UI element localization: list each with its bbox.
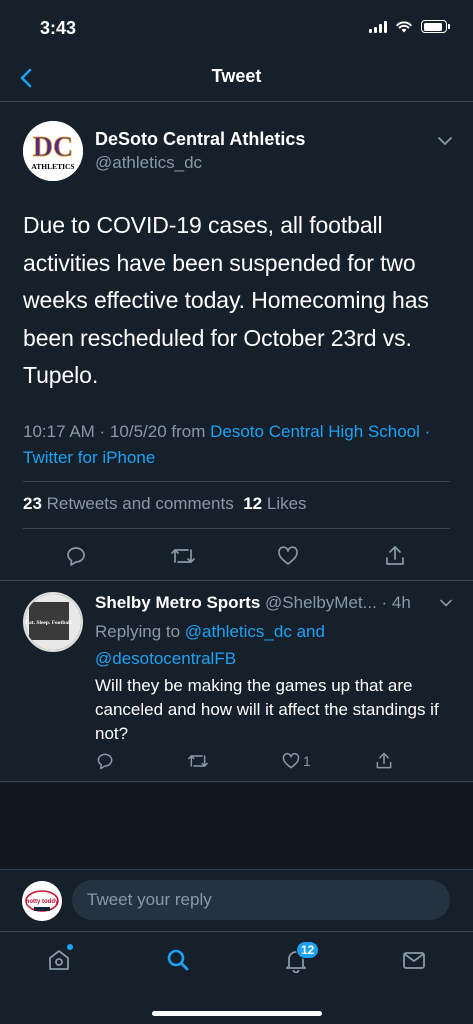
search-icon (167, 949, 189, 971)
tweet-timestamp: 10:17 AM · 10/5/20 (23, 422, 167, 441)
replying-prefix: Replying to (95, 622, 181, 641)
home-indicator[interactable] (152, 1011, 322, 1016)
retweet-icon (188, 755, 208, 767)
avatar-caption: ATHLETICS (31, 162, 74, 171)
retweets-label[interactable]: Retweets and comments (47, 494, 234, 513)
reply-button[interactable] (95, 748, 115, 774)
reply-author-handle[interactable]: @ShelbyMet... (265, 593, 377, 612)
new-content-dot (67, 944, 73, 950)
reply-header: Shelby Metro Sports @ShelbyMet... · 4h (95, 593, 435, 613)
tab-home[interactable] (41, 942, 77, 978)
share-button[interactable] (374, 748, 394, 774)
status-time: 3:43 (40, 18, 77, 38)
reply-button[interactable] (59, 539, 93, 573)
retweets-count[interactable]: 23 (23, 494, 42, 513)
retweet-button[interactable] (166, 539, 200, 573)
status-bar: 3:43 (0, 0, 473, 56)
eat-sleep-football-logo: Eat. Sleep. Football. (25, 594, 81, 650)
reply-input[interactable] (72, 880, 450, 920)
likes-label[interactable]: Likes (267, 494, 307, 513)
reply-icon (67, 547, 85, 566)
reply-time: · 4h (381, 593, 411, 612)
tweet-text: Due to COVID-19 cases, all football acti… (23, 212, 429, 388)
tweet-from-label: from (171, 422, 206, 441)
mention-link[interactable]: @athletics_dc (185, 622, 292, 641)
notifications-badge: 12 (296, 941, 320, 959)
avatar[interactable]: hotty toddy (22, 881, 62, 921)
replying-to: Replying to @athletics_dc and @desotocen… (95, 618, 455, 672)
divider (23, 481, 450, 482)
heart-icon (278, 546, 298, 565)
reply-author-name[interactable]: Shelby Metro Sports (95, 593, 260, 612)
tab-notifications[interactable]: 12 (278, 941, 320, 978)
page-title: Tweet (211, 66, 262, 86)
avatar-text: Eat. Sleep. Football. (25, 620, 73, 626)
signal-icon (369, 20, 387, 33)
composer-avatar-text: hotty toddy (26, 899, 59, 905)
status-icons (369, 20, 450, 33)
caret-down-icon[interactable] (437, 133, 453, 149)
replying-and: and (296, 622, 325, 641)
reply-actions: 1 (0, 748, 473, 774)
reply-icon (97, 753, 113, 770)
share-icon (376, 752, 392, 769)
tab-search[interactable] (160, 942, 196, 978)
mail-icon (403, 952, 425, 969)
dc-logo: DC ATHLETICS (23, 121, 83, 181)
hotty-toddy-logo: hotty toddy (22, 881, 62, 921)
tab-bar: 12 (0, 931, 473, 1024)
retweet-icon (171, 549, 195, 563)
nav-bar: Tweet (0, 56, 473, 102)
tweet-meta: 10:17 AM · 10/5/20 from Desoto Central H… (23, 419, 453, 471)
author-handle[interactable]: @athletics_dc (95, 153, 202, 173)
like-button[interactable] (271, 539, 305, 573)
reply-composer: hotty toddy (0, 869, 473, 931)
wifi-icon (396, 21, 412, 33)
heart-icon (282, 752, 300, 769)
main-tweet: DC ATHLETICS DeSoto Central Athletics @a… (0, 103, 473, 581)
tweet-stats: 23 Retweets and comments 12 Likes (23, 494, 307, 514)
tweet-actions (0, 539, 473, 573)
reply-tweet[interactable]: Eat. Sleep. Football. Shelby Metro Sport… (0, 582, 473, 782)
mention-link[interactable]: @desotocentralFB (95, 649, 236, 668)
like-button[interactable]: 1 (281, 748, 311, 774)
likes-count[interactable]: 12 (243, 494, 262, 513)
retweet-button[interactable] (187, 748, 209, 774)
avatar[interactable]: DC ATHLETICS (23, 121, 83, 181)
author-name[interactable]: DeSoto Central Athletics (95, 129, 305, 150)
share-icon (386, 546, 404, 565)
avatar[interactable]: Eat. Sleep. Football. (23, 592, 83, 652)
divider (23, 528, 450, 529)
share-button[interactable] (378, 539, 412, 573)
tab-messages[interactable] (396, 942, 432, 978)
like-count: 1 (303, 753, 311, 769)
avatar-letters: DC (33, 132, 73, 163)
reply-text: Will they be making the games up that ar… (95, 676, 439, 743)
caret-down-icon[interactable] (439, 596, 453, 610)
empty-area (0, 783, 473, 869)
battery-icon (421, 20, 450, 33)
home-icon (49, 950, 69, 970)
